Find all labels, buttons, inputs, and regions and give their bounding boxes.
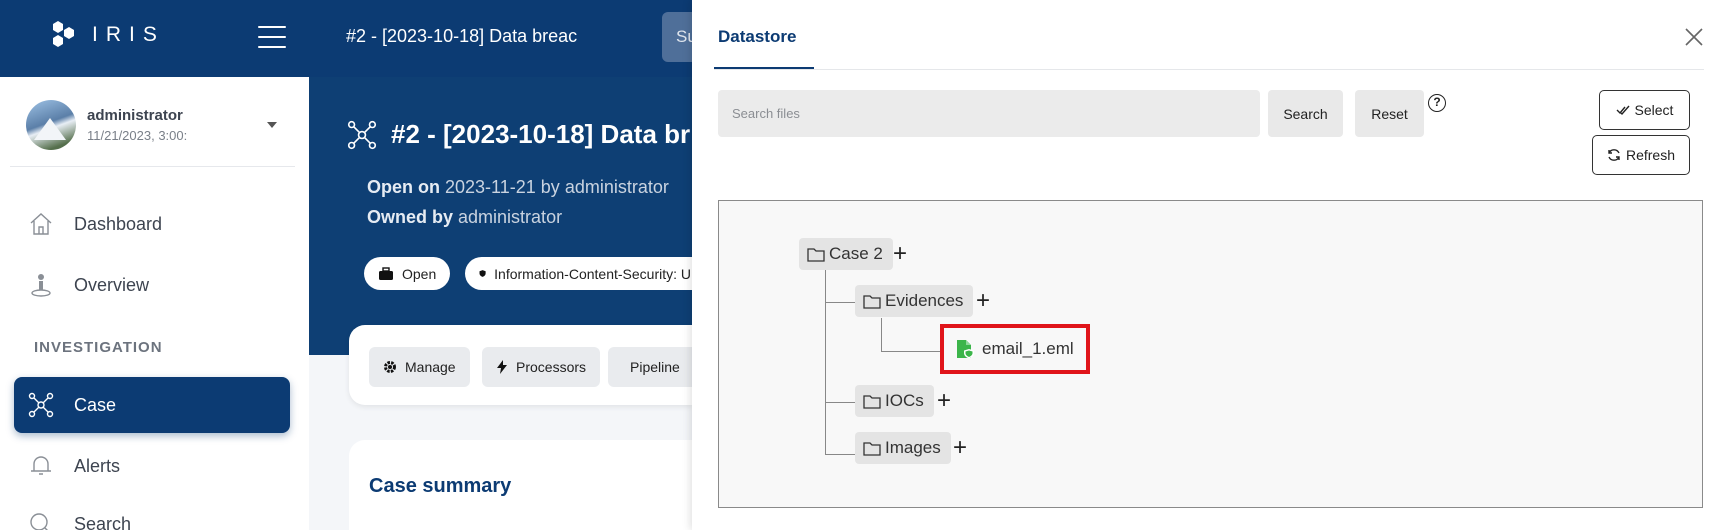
search-icon: [26, 509, 56, 530]
folder-label: Case 2: [829, 244, 883, 263]
home-icon: [26, 209, 56, 239]
open-label: Open on: [367, 177, 440, 197]
case-open-info: Open on 2023-11-21 by administrator: [367, 177, 669, 198]
divider: [10, 166, 295, 167]
bell-icon: [26, 451, 56, 481]
status-label: Open: [402, 265, 437, 282]
tree-file-email[interactable]: email_1.eml: [940, 324, 1090, 374]
sidebar-item-dashboard[interactable]: Dashboard: [14, 196, 290, 252]
user-name: administrator: [87, 107, 183, 124]
iris-logo[interactable]: IRIS: [48, 18, 165, 52]
overview-icon: [26, 270, 56, 300]
tree-folder-images[interactable]: Images: [855, 432, 951, 464]
folder-icon: [863, 294, 881, 309]
section-label-investigation: INVESTIGATION: [34, 339, 163, 356]
gear-icon: [384, 361, 396, 373]
classification-badge[interactable]: Information-Content-Security: U: [465, 257, 705, 290]
processors-button[interactable]: Processors: [482, 347, 601, 387]
reset-button[interactable]: Reset: [1355, 90, 1424, 137]
bolt-icon: [497, 360, 507, 374]
tree-folder-iocs[interactable]: IOCs: [855, 385, 934, 417]
owner: administrator: [458, 207, 563, 227]
user-profile[interactable]: administrator 11/21/2023, 3:00:: [26, 100, 187, 150]
help-icon[interactable]: ?: [1428, 94, 1446, 112]
sidebar-item-overview[interactable]: Overview: [14, 257, 290, 313]
folder-label: Images: [885, 438, 941, 457]
manage-button[interactable]: Manage: [369, 347, 470, 387]
select-label: Select: [1634, 102, 1674, 118]
close-icon[interactable]: [1683, 26, 1705, 48]
tree-connector: [825, 270, 826, 455]
select-button[interactable]: Select: [1599, 90, 1690, 130]
shield-icon: [479, 270, 486, 277]
menu-toggle-icon[interactable]: [258, 26, 286, 48]
add-to-case-2-icon[interactable]: +: [893, 242, 907, 266]
owned-label: Owned by: [367, 207, 454, 227]
open-date: 2023-11-21: [445, 177, 536, 197]
folder-label: IOCs: [885, 391, 924, 410]
top-case-title: #2 - [2023-10-18] Data breac: [346, 26, 578, 46]
sidebar-item-search[interactable]: Search: [14, 496, 290, 530]
by-label: by: [540, 177, 560, 197]
sidebar-item-alerts[interactable]: Alerts: [14, 438, 290, 494]
avatar: [26, 100, 76, 150]
folder-icon: [863, 394, 881, 409]
sidebar-item-case[interactable]: Case: [14, 377, 290, 433]
tree-connector: [825, 402, 855, 403]
top-bar: IRIS #2 - [2023-10-18] Data breac Su: [0, 0, 702, 77]
sidebar-item-label: Overview: [74, 274, 150, 295]
case-network-icon: [26, 390, 56, 420]
pipeline-button[interactable]: Pipeline: [608, 347, 692, 387]
folder-icon: [807, 247, 825, 262]
add-to-evidences-icon[interactable]: +: [976, 289, 990, 313]
file-label: email_1.eml: [982, 339, 1074, 358]
case-summary-card: Case summary: [349, 440, 692, 530]
case-owner-info: Owned by administrator: [367, 207, 562, 228]
processors-label: Processors: [516, 359, 587, 375]
file-tree: Case 2 + Evidences + email_1.eml IOCs + …: [718, 200, 1703, 508]
status-badge[interactable]: Open: [364, 257, 451, 290]
search-files-input[interactable]: [718, 90, 1260, 137]
sidebar-item-label: Dashboard: [74, 213, 163, 234]
user-datetime: 11/21/2023, 3:00:: [87, 128, 188, 143]
add-to-iocs-icon[interactable]: +: [937, 389, 951, 413]
sidebar: administrator 11/21/2023, 3:00: Dashboar…: [0, 77, 309, 530]
file-shield-icon: [957, 340, 974, 359]
chevron-down-icon[interactable]: [267, 122, 277, 128]
manage-label: Manage: [405, 359, 456, 375]
datastore-panel: Datastore Search Reset ? Select Refresh …: [692, 0, 1733, 530]
sidebar-item-label: Alerts: [74, 455, 121, 476]
sidebar-item-label: Case: [74, 394, 117, 415]
case-header: #2 - [2023-10-18] Data br Open on 2023-1…: [309, 77, 705, 355]
tree-connector: [881, 318, 882, 351]
tree-folder-evidences[interactable]: Evidences: [855, 285, 974, 317]
refresh-button[interactable]: Refresh: [1592, 135, 1690, 175]
refresh-label: Refresh: [1625, 147, 1676, 163]
folder-icon: [863, 441, 881, 456]
tab-datastore[interactable]: Datastore: [718, 27, 796, 47]
briefcase-icon: [379, 266, 393, 280]
logo-text: IRIS: [92, 23, 165, 46]
tree-connector: [881, 351, 940, 352]
double-check-icon: [1616, 105, 1630, 116]
tree-folder-case-2[interactable]: Case 2: [799, 238, 893, 270]
open-by: administrator: [564, 177, 669, 197]
case-actions-bar: Manage Processors Pipeline: [349, 325, 692, 405]
tree-connector: [825, 302, 855, 303]
classification-label: Information-Content-Security: U: [494, 265, 691, 282]
refresh-icon: [1608, 149, 1620, 161]
folder-label: Evidences: [885, 291, 964, 310]
hexagon-logo-icon: [53, 21, 74, 47]
add-to-images-icon[interactable]: +: [953, 436, 967, 460]
divider: [714, 69, 1704, 70]
case-summary-title: Case summary: [369, 475, 512, 497]
pipeline-label: Pipeline: [630, 359, 680, 375]
page-title: #2 - [2023-10-18] Data br: [391, 119, 691, 149]
search-button[interactable]: Search: [1268, 90, 1343, 137]
tree-connector: [825, 454, 855, 455]
sidebar-item-label: Search: [74, 513, 132, 530]
case-network-icon: [347, 120, 377, 155]
